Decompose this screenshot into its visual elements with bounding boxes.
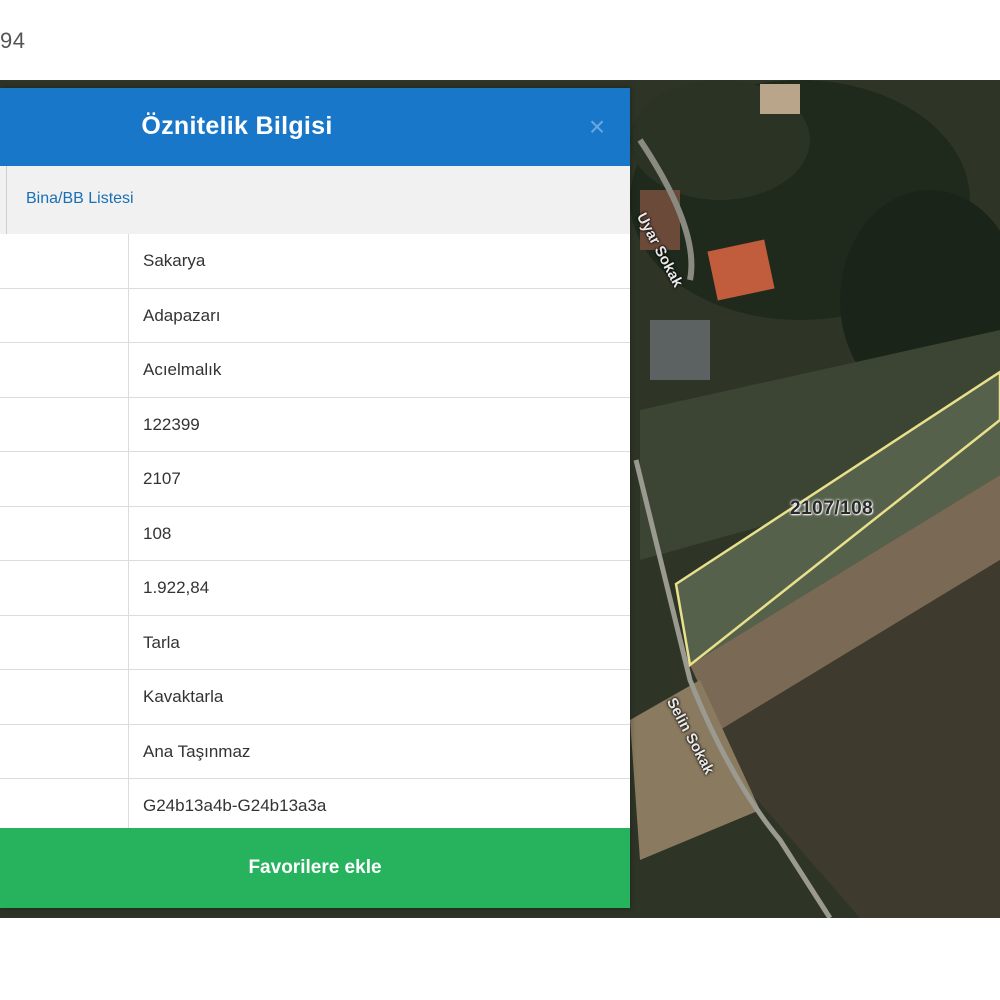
close-icon[interactable]: × <box>584 113 610 141</box>
key-cell <box>0 779 129 833</box>
table-row: Kavaktarla <box>0 670 630 725</box>
key-cell <box>0 343 129 397</box>
key-cell <box>0 452 129 506</box>
value-cell: 122399 <box>143 414 200 434</box>
value-cell: Sakarya <box>143 251 206 270</box>
corner-text: 94 <box>0 28 26 53</box>
value-cell: 1.922,84 <box>143 578 210 597</box>
value-cell: Kavaktarla <box>143 687 224 706</box>
tab-bar: Bina/BB Listesi <box>0 166 630 235</box>
panel-header: Öznitelik Bilgisi × <box>0 88 630 166</box>
add-to-favorites-button[interactable]: Favorilere ekle <box>0 828 630 908</box>
tab-divider <box>6 166 7 234</box>
key-cell <box>0 397 129 451</box>
table-row: Acıelmalık <box>0 343 630 398</box>
key-cell <box>0 670 129 724</box>
table-row: G24b13a4b-G24b13a3a <box>0 779 630 834</box>
key-cell <box>0 288 129 342</box>
value-cell: 2107 <box>143 469 181 488</box>
table-row: 1.922,84 <box>0 561 630 616</box>
value-cell: Tarla <box>143 632 180 652</box>
table-row: Sakarya <box>0 234 630 289</box>
value-cell: Acıelmalık <box>143 360 222 379</box>
key-cell <box>0 561 129 615</box>
value-cell: 108 <box>143 523 172 543</box>
panel-title: Öznitelik Bilgisi <box>141 112 333 140</box>
value-cell: Adapazarı <box>143 305 221 325</box>
attribute-table: Sakarya Adapazarı Acıelmalık 122399 2107… <box>0 234 630 834</box>
table-row: Adapazarı <box>0 288 630 343</box>
key-cell <box>0 506 129 560</box>
table-row: 122399 <box>0 397 630 452</box>
parcel-label[interactable]: 2107/108 <box>790 498 873 520</box>
key-cell <box>0 615 129 669</box>
key-cell <box>0 724 129 778</box>
value-cell: Ana Taşınmaz <box>143 741 251 761</box>
value-cell: G24b13a4b-G24b13a3a <box>143 796 327 815</box>
attribute-info-panel: Öznitelik Bilgisi × Bina/BB Listesi Saka… <box>0 88 630 908</box>
table-row: 108 <box>0 506 630 561</box>
key-cell <box>0 234 129 288</box>
table-row: 2107 <box>0 452 630 507</box>
table-row: Ana Taşınmaz <box>0 724 630 779</box>
tab-building-list[interactable]: Bina/BB Listesi <box>26 190 134 208</box>
table-row: Tarla <box>0 615 630 670</box>
